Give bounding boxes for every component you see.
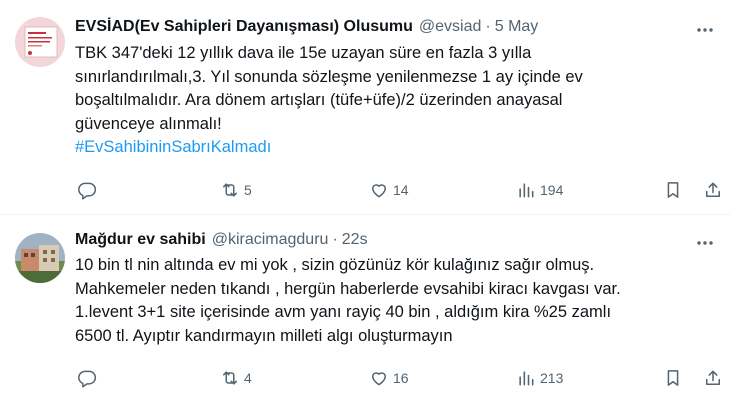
bookmark-icon bbox=[667, 370, 679, 386]
share-button[interactable] bbox=[703, 178, 723, 202]
reply-icon bbox=[78, 370, 97, 388]
like-button[interactable]: 16 bbox=[369, 366, 409, 390]
retweet-button[interactable]: 5 bbox=[220, 178, 252, 202]
hashtag-link[interactable]: #EvSahibininSabrıKalmadı bbox=[75, 136, 710, 160]
bookmark-button[interactable] bbox=[663, 366, 683, 390]
retweet-count: 4 bbox=[244, 370, 252, 386]
timestamp[interactable]: 22s bbox=[342, 231, 368, 248]
tweet-body: TBK 347'deki 12 yıllık dava ile 15e uzay… bbox=[75, 44, 583, 133]
like-icon bbox=[372, 184, 386, 198]
separator-dot: · bbox=[332, 231, 338, 248]
share-icon bbox=[706, 370, 720, 385]
share-icon bbox=[706, 182, 720, 197]
retweet-count: 5 bbox=[244, 182, 252, 198]
avatar[interactable] bbox=[15, 17, 65, 67]
author-name[interactable]: EVSİAD(Ev Sahipleri Dayanışması) Olusumu bbox=[75, 18, 413, 35]
retweet-button[interactable]: 4 bbox=[220, 366, 252, 390]
views-button[interactable]: 213 bbox=[516, 366, 563, 390]
tweet[interactable]: EVSİAD(Ev Sahipleri Dayanışması) Olusumu… bbox=[0, 0, 730, 215]
tweet-header: Mağdur ev sahibi @kiracimagduru · 22s bbox=[75, 231, 690, 249]
author-handle[interactable]: @kiracimagduru bbox=[212, 231, 329, 248]
author-name[interactable]: Mağdur ev sahibi bbox=[75, 231, 206, 248]
tweet-text: TBK 347'deki 12 yıllık dava ile 15e uzay… bbox=[75, 42, 710, 160]
like-button[interactable]: 14 bbox=[369, 178, 409, 202]
retweet-icon bbox=[223, 371, 237, 385]
bookmark-button[interactable] bbox=[663, 178, 683, 202]
views-icon bbox=[519, 183, 534, 198]
views-icon bbox=[519, 371, 534, 386]
tweet-text: 10 bin tl nin altında ev mi yok , sizin … bbox=[75, 254, 710, 348]
tweet-header: EVSİAD(Ev Sahipleri Dayanışması) Olusumu… bbox=[75, 18, 690, 36]
bookmark-icon bbox=[667, 182, 679, 198]
timestamp[interactable]: 5 May bbox=[495, 18, 539, 35]
views-count: 194 bbox=[540, 182, 564, 198]
reply-button[interactable] bbox=[77, 366, 97, 390]
author-handle[interactable]: @evsiad bbox=[419, 18, 482, 35]
retweet-icon bbox=[223, 183, 237, 197]
views-button[interactable]: 194 bbox=[516, 178, 563, 202]
reply-icon bbox=[78, 182, 97, 200]
more-options-icon[interactable] bbox=[694, 20, 716, 40]
like-count: 14 bbox=[393, 182, 409, 198]
reply-button[interactable] bbox=[77, 178, 97, 202]
tweet-actions: 5 14 194 bbox=[77, 178, 720, 202]
tweet[interactable]: Mağdur ev sahibi @kiracimagduru · 22s 10 bi… bbox=[0, 215, 730, 420]
avatar[interactable] bbox=[15, 233, 65, 283]
separator-dot: · bbox=[485, 18, 491, 35]
share-button[interactable] bbox=[703, 366, 723, 390]
tweet-actions: 4 16 213 bbox=[77, 366, 720, 390]
more-options-icon[interactable] bbox=[694, 233, 716, 253]
views-count: 213 bbox=[540, 370, 564, 386]
like-icon bbox=[372, 372, 386, 386]
tweet-body: 10 bin tl nin altında ev mi yok , sizin … bbox=[75, 256, 621, 345]
like-count: 16 bbox=[393, 370, 409, 386]
